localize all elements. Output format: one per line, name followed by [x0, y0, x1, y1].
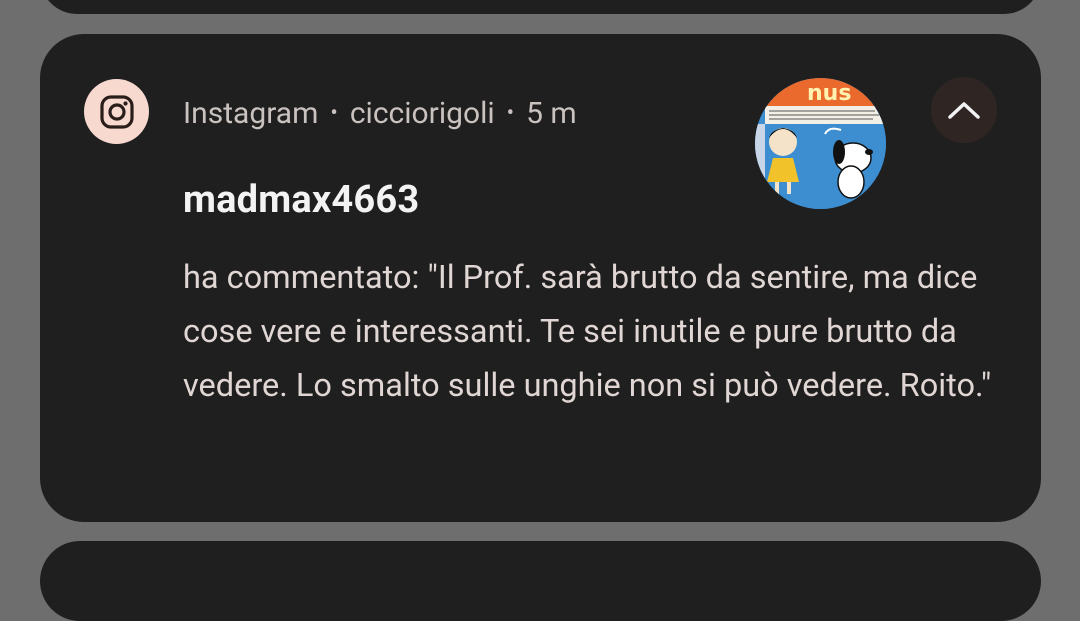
instagram-icon	[84, 79, 149, 144]
previous-notification-card[interactable]	[40, 0, 1041, 14]
notification-title: madmax4663	[183, 178, 420, 222]
app-name: Instagram	[183, 95, 319, 131]
chevron-up-icon	[948, 102, 980, 119]
peanuts-comic-avatar: nus	[755, 78, 886, 209]
header-separator: •	[506, 100, 515, 126]
svg-text:nus: nus	[807, 81, 851, 106]
time-ago: 5 m	[526, 95, 577, 131]
next-notification-card[interactable]	[40, 541, 1041, 621]
notification-header: Instagram • cicciorigoli • 5 m	[183, 92, 577, 134]
account-name: cicciorigoli	[349, 95, 495, 131]
header-separator: •	[330, 100, 338, 126]
notification-body: ha commentato: "Il Prof. sarà brutto da …	[183, 258, 992, 404]
collapse-button[interactable]	[931, 77, 997, 143]
